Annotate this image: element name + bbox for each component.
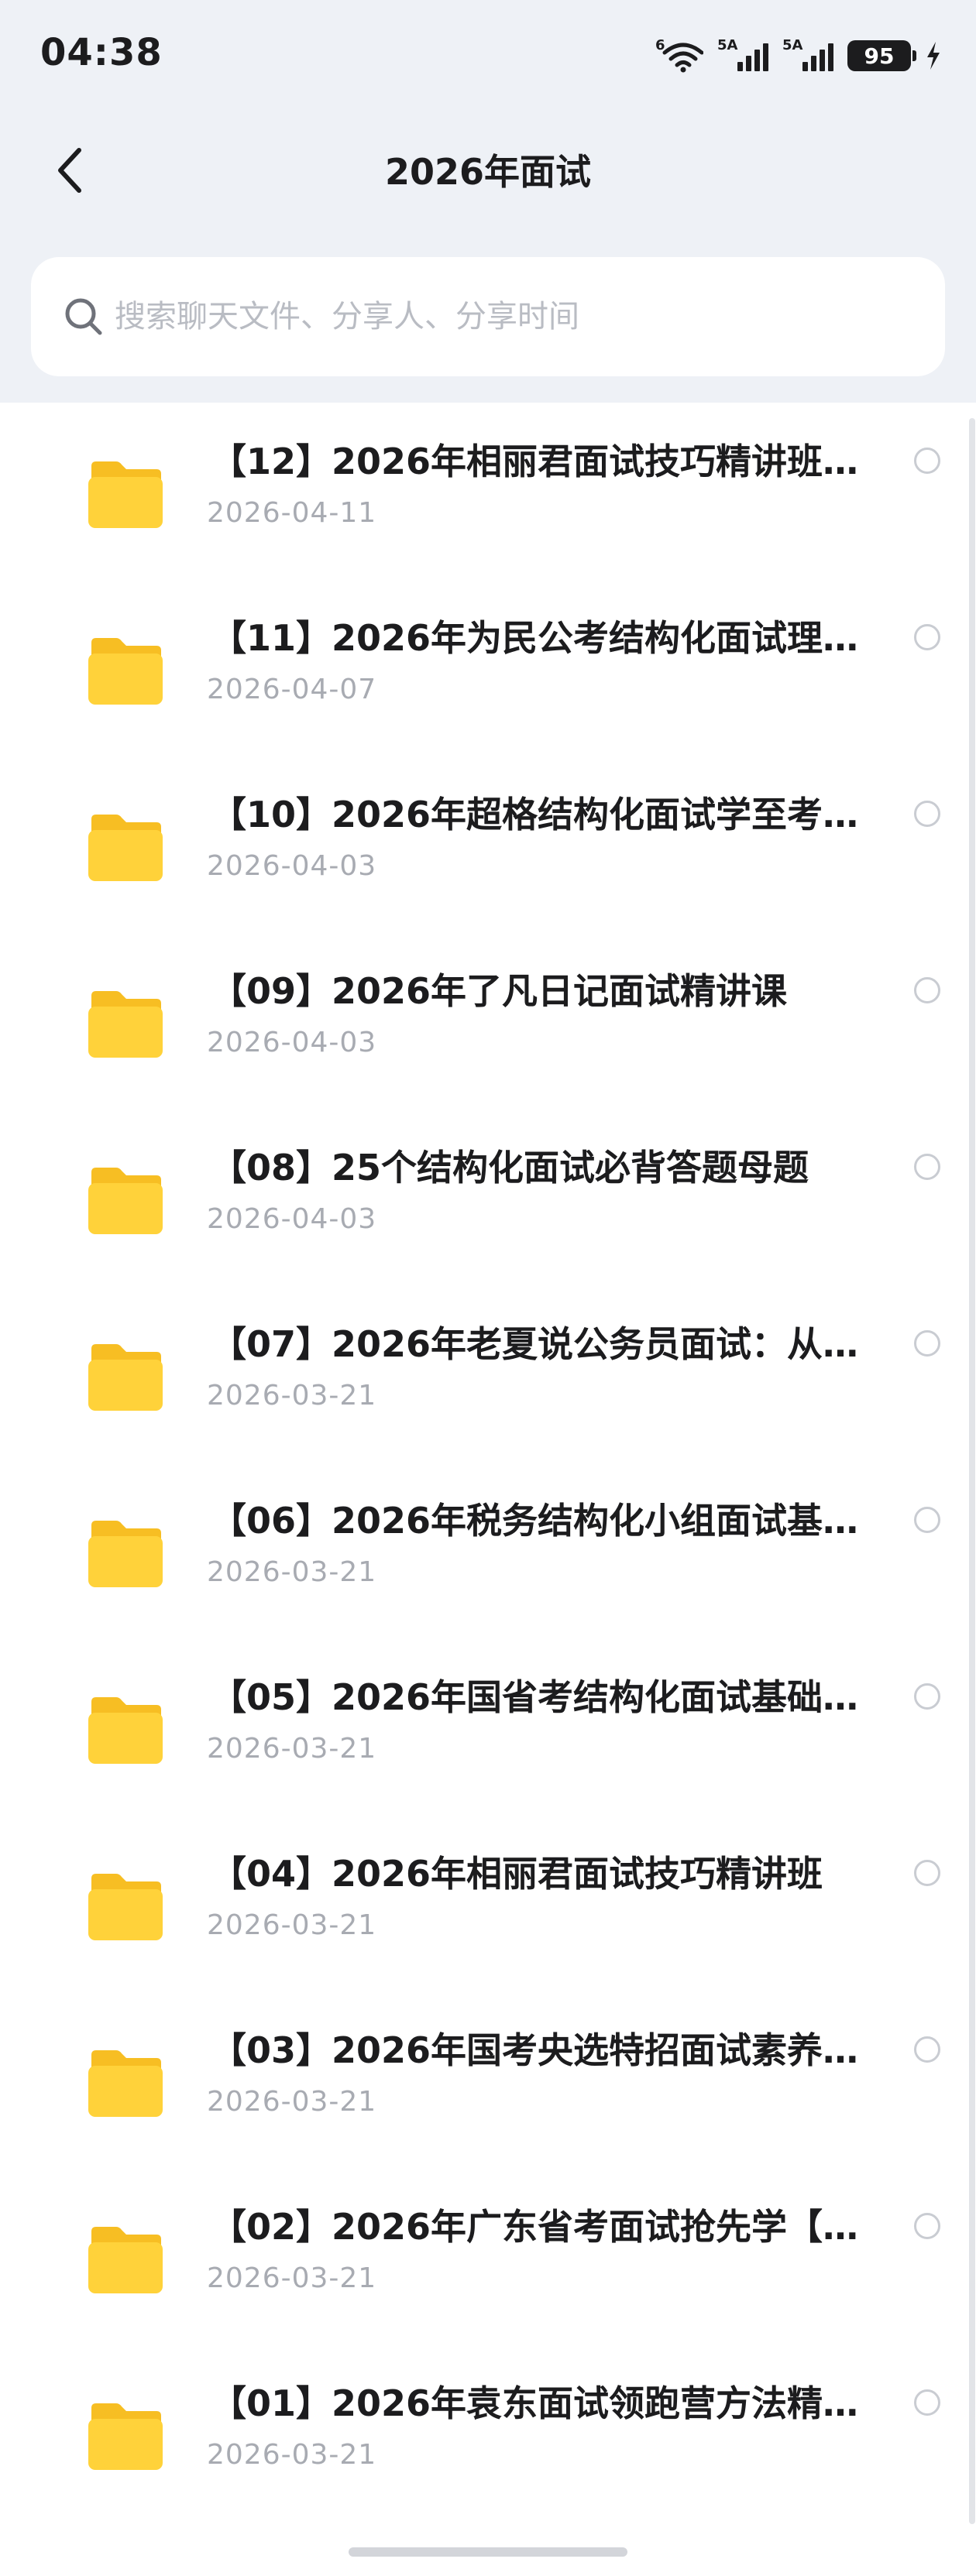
select-radio[interactable] <box>914 2036 940 2063</box>
search-box[interactable] <box>31 257 945 376</box>
page-title: 2026年面试 <box>384 151 592 193</box>
file-name: 【04】2026年相丽君面试技巧精讲班 <box>211 1853 823 1895</box>
file-name: 【09】2026年了凡日记面试精讲课 <box>211 970 788 1012</box>
select-radio[interactable] <box>914 1330 940 1357</box>
folder-icon <box>85 1341 166 1414</box>
file-name: 【03】2026年国考央选特招面试素养课程 <box>211 2029 877 2071</box>
select-radio[interactable] <box>914 977 940 1003</box>
folder-icon <box>85 2400 166 2473</box>
file-date: 2026-04-03 <box>207 850 377 882</box>
file-date: 2026-03-21 <box>207 2086 377 2118</box>
search-icon <box>62 295 105 338</box>
folder-icon <box>85 1871 166 1943</box>
select-radio[interactable] <box>914 2389 940 2416</box>
file-date: 2026-03-21 <box>207 1733 377 1765</box>
file-date: 2026-04-03 <box>207 1203 377 1235</box>
file-item[interactable]: 【05】2026年国省考结构化面试基础精讲 2026-03-21 <box>0 1638 976 1815</box>
file-date: 2026-04-11 <box>207 497 377 529</box>
folder-icon <box>85 635 166 708</box>
file-name: 【06】2026年税务结构化小组面试基础课 <box>211 1500 877 1542</box>
file-date: 2026-04-07 <box>207 674 377 705</box>
select-radio[interactable] <box>914 1507 940 1533</box>
select-radio[interactable] <box>914 448 940 474</box>
signal-2-label: 5A <box>782 37 803 53</box>
signal-icon-2: 5A <box>782 39 833 73</box>
wifi-icon: 6 <box>655 37 703 73</box>
file-name: 【11】2026年为民公考结构化面试理论精讲 <box>211 617 877 659</box>
file-name: 【08】25个结构化面试必背答题母题 <box>211 1147 809 1189</box>
file-item[interactable]: 【11】2026年为民公考结构化面试理论精讲 2026-04-07 <box>0 579 976 756</box>
file-date: 2026-03-21 <box>207 1909 377 1941</box>
select-radio[interactable] <box>914 1154 940 1180</box>
file-name: 【01】2026年袁东面试领跑营方法精讲班 <box>211 2382 877 2424</box>
signal-icon-1: 5A <box>717 39 768 73</box>
file-item[interactable]: 【04】2026年相丽君面试技巧精讲班 2026-03-21 <box>0 1815 976 1991</box>
folder-icon <box>85 988 166 1061</box>
file-item[interactable]: 【07】2026年老夏说公务员面试：从零开始 2026-03-21 <box>0 1285 976 1462</box>
folder-icon <box>85 458 166 531</box>
file-name: 【12】2026年相丽君面试技巧精讲班（完结） <box>211 441 877 482</box>
select-radio[interactable] <box>914 2213 940 2239</box>
file-item[interactable]: 【09】2026年了凡日记面试精讲课 2026-04-03 <box>0 932 976 1109</box>
file-item[interactable]: 【10】2026年超格结构化面试学至考精讲 2026-04-03 <box>0 756 976 932</box>
file-name: 【07】2026年老夏说公务员面试：从零开始 <box>211 1323 877 1365</box>
battery-level: 95 <box>864 43 895 69</box>
scrollbar[interactable] <box>969 418 975 2524</box>
status-icons: 6 5A 5A 95 <box>655 34 942 77</box>
signal-1-label: 5A <box>717 37 738 53</box>
battery-icon: 95 <box>847 40 916 71</box>
charging-icon <box>927 42 940 70</box>
file-item[interactable]: 【03】2026年国考央选特招面试素养课程 2026-03-21 <box>0 1991 976 2168</box>
file-date: 2026-03-21 <box>207 1556 377 1588</box>
folder-icon <box>85 811 166 884</box>
file-name: 【02】2026年广东省考面试抢先学【完结】 <box>211 2206 877 2248</box>
header: 2026年面试 <box>0 124 976 217</box>
status-time: 04:38 <box>40 31 163 74</box>
folder-icon <box>85 1694 166 1767</box>
search-input[interactable] <box>113 298 922 335</box>
file-item[interactable]: 【06】2026年税务结构化小组面试基础课 2026-03-21 <box>0 1462 976 1638</box>
file-date: 2026-03-21 <box>207 1380 377 1411</box>
folder-icon <box>85 2224 166 2296</box>
file-date: 2026-04-03 <box>207 1027 377 1058</box>
file-item[interactable]: 【01】2026年袁东面试领跑营方法精讲班 2026-03-21 <box>0 2344 976 2521</box>
folder-icon <box>85 2047 166 2120</box>
select-radio[interactable] <box>914 1860 940 1886</box>
file-name: 【05】2026年国省考结构化面试基础精讲 <box>211 1676 877 1718</box>
select-radio[interactable] <box>914 1683 940 1710</box>
screen: 04:38 6 5A 5A 95 2026年面试 搜索聊天文件、分享人、分享时间… <box>0 0 976 2576</box>
file-name: 【10】2026年超格结构化面试学至考精讲 <box>211 794 877 835</box>
file-item[interactable]: 【12】2026年相丽君面试技巧精讲班（完结） 2026-04-11 <box>0 403 976 579</box>
folder-icon <box>85 1165 166 1237</box>
select-radio[interactable] <box>914 624 940 650</box>
status-bar: 04:38 6 5A 5A 95 <box>0 0 976 116</box>
folder-icon <box>85 1518 166 1590</box>
home-indicator[interactable] <box>349 2547 627 2557</box>
select-radio[interactable] <box>914 801 940 827</box>
file-date: 2026-03-21 <box>207 2262 377 2294</box>
file-item[interactable]: 【02】2026年广东省考面试抢先学【完结】 2026-03-21 <box>0 2168 976 2344</box>
file-date: 2026-03-21 <box>207 2439 377 2471</box>
file-list: 【12】2026年相丽君面试技巧精讲班（完结） 2026-04-11 【11】202… <box>0 403 976 2521</box>
file-item[interactable]: 【08】25个结构化面试必背答题母题 2026-04-03 <box>0 1109 976 1285</box>
